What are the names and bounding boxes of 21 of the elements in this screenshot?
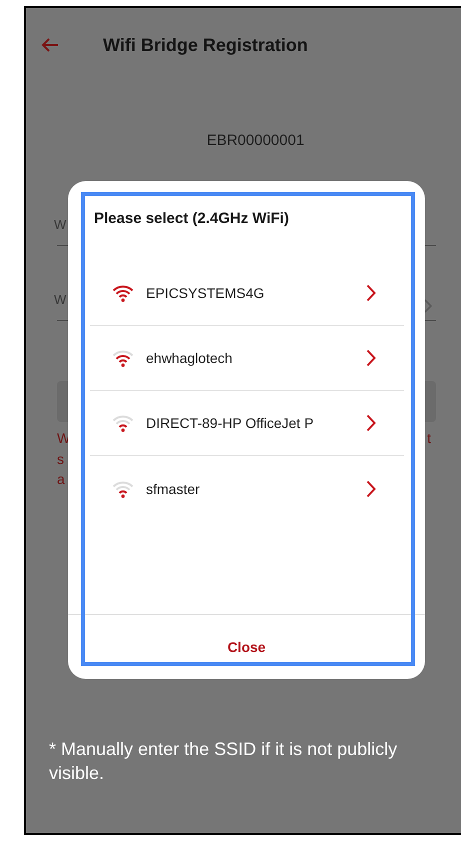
wifi-icon	[112, 284, 134, 302]
warning-text: t	[427, 430, 431, 446]
chevron-icon	[366, 480, 376, 498]
back-button[interactable]	[41, 36, 61, 54]
dialog-title: Please select (2.4GHz WiFi)	[94, 210, 290, 227]
wifi-icon	[112, 414, 134, 432]
device-id: EBR00000001	[206, 132, 304, 149]
screen-title: Wifi Bridge Registration	[103, 34, 308, 56]
wifi-icon	[112, 480, 134, 498]
warning-text: a	[57, 471, 65, 488]
network-item[interactable]: sfmaster	[90, 456, 404, 521]
network-item[interactable]: ehwhaglotech	[90, 326, 404, 391]
footnote-text: * Manually enter the SSID if it is not publicly visible.	[49, 738, 398, 785]
warning-text: s	[57, 450, 64, 467]
wifi-icon	[112, 349, 134, 367]
chevron-icon	[366, 349, 376, 367]
network-item[interactable]: DIRECT-89-HP OfficeJet P	[90, 391, 404, 456]
network-item[interactable]: EPICSYSTEMS4G	[90, 261, 404, 326]
close-button[interactable]: Close	[219, 635, 274, 659]
chevron-icon	[366, 414, 376, 432]
chevron-icon	[366, 284, 376, 302]
